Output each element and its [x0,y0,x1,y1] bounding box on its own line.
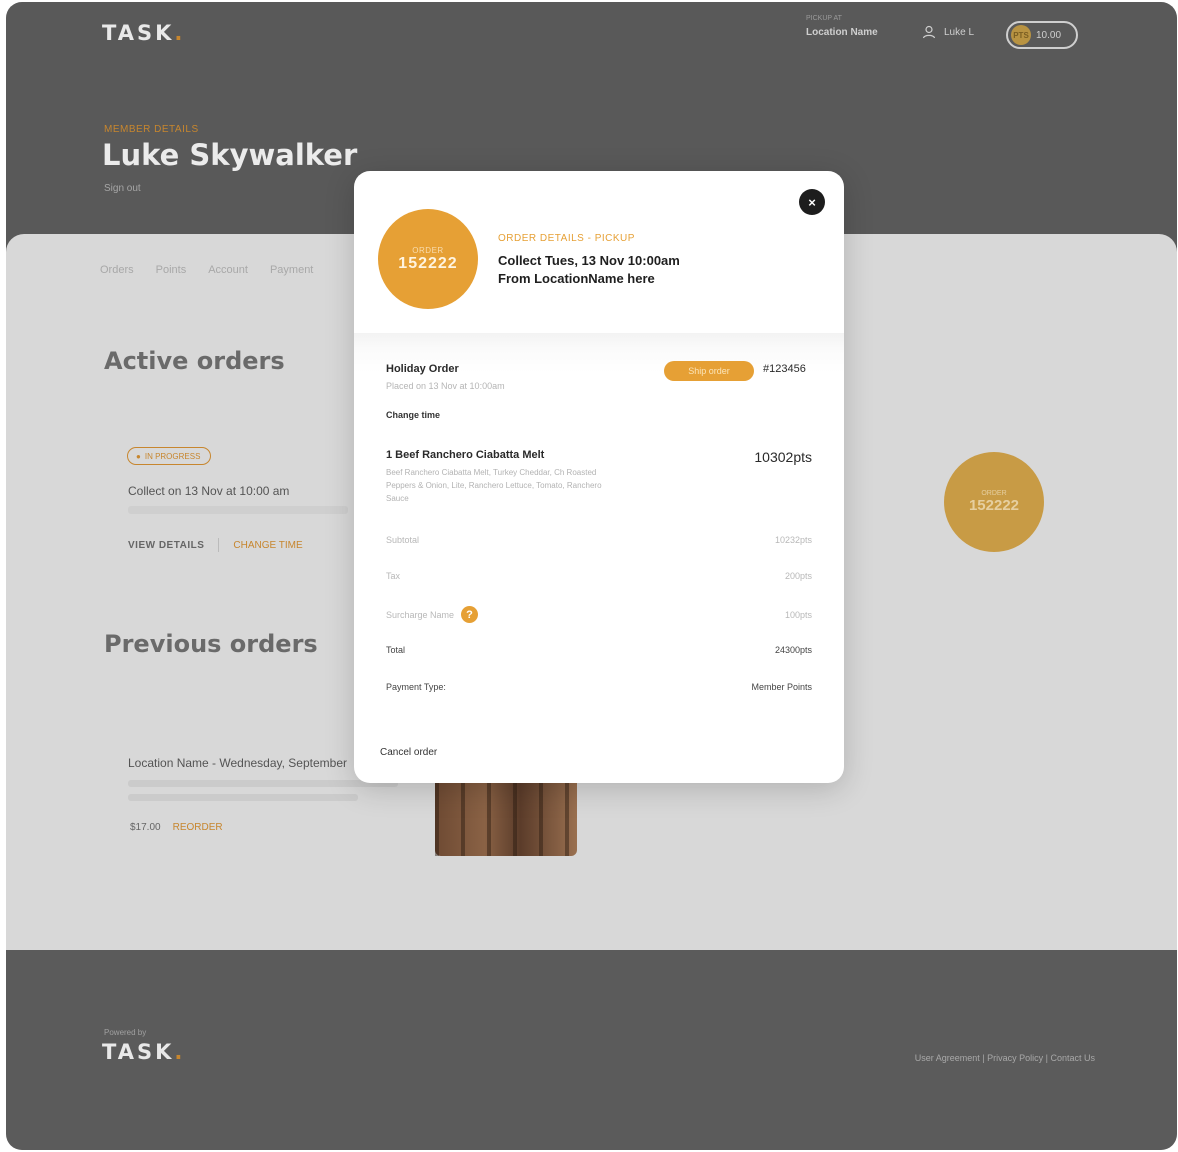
status-badge-label: IN PROGRESS [144,451,201,461]
active-order-collect: Collect on 13 Nov at 10:00 am [128,484,290,498]
user-name: Luke L [944,26,975,38]
total-label: Total [386,645,406,655]
payment-label: Payment Type: [386,682,446,692]
subtotal-value: 10232pts [774,535,812,545]
pickup-location: From LocationName here [498,271,655,286]
tab-orders[interactable]: Orders [100,264,134,276]
circle-label: ORDER [981,490,1007,497]
order-details-modal: × ORDER 152222 ORDER DETAILS - PICKUP Co… [354,171,844,783]
previous-order-location: Location Name - Wednesday, September [128,756,348,770]
close-button[interactable]: × [799,189,825,215]
account-tabs: Orders Points Account Payment [100,264,313,276]
order-number-circle: ORDER 152222 [378,209,478,309]
logo-text: TASK [102,21,175,45]
previous-order-subtext-2 [128,794,358,801]
logo-dot: . [174,21,186,45]
member-details-kicker: MEMBER DETAILS [104,124,199,135]
close-icon: × [808,194,816,210]
tax-row: Tax 200pts [386,571,812,581]
surcharge-label: Surcharge Name [386,609,455,620]
change-time-link[interactable]: Change time [386,410,440,420]
subtotal-row: Subtotal 10232pts [386,535,812,545]
previous-orders-title: Previous orders [104,630,318,658]
powered-by: Powered by [104,1028,147,1037]
order-details-body: Holiday Order Placed on 13 Nov at 10:00a… [354,333,844,743]
view-details-link[interactable]: VIEW DETAILS [128,540,204,551]
surcharge-row: Surcharge Name ? 100pts [386,606,812,623]
location-caption: PICKUP AT [806,15,842,22]
total-row: Total 24300pts [386,645,812,655]
footer-links[interactable]: User Agreement | Privacy Policy | Contac… [915,1053,1095,1063]
coin-icon: PTS [1011,25,1031,45]
tab-payment[interactable]: Payment [270,264,313,276]
ship-order-button[interactable]: Ship order [664,361,754,381]
surcharge-label-group: Surcharge Name ? [386,606,479,623]
payment-row: Payment Type: Member Points [386,682,812,692]
order-placed: Placed on 13 Nov at 10:00am [386,381,505,391]
tab-account[interactable]: Account [208,264,248,276]
sign-out-link[interactable]: Sign out [104,183,141,194]
user-icon [922,25,936,39]
active-order-subtext [128,506,348,514]
divider [218,538,220,552]
help-icon[interactable]: ? [461,606,479,623]
order-details-kicker: ORDER DETAILS - PICKUP [498,233,635,244]
order-circle-number: 152222 [398,254,458,272]
footer-logo-text: TASK [102,1040,175,1064]
active-order-actions: VIEW DETAILS CHANGE TIME [128,538,303,552]
points-balance[interactable]: PTS 10.00 [1006,21,1078,49]
task-logo[interactable]: TASK. [102,21,185,45]
tax-label: Tax [386,571,401,581]
order-circle-label: ORDER [412,245,444,255]
subtotal-label: Subtotal [386,535,420,545]
status-dot-icon: ● [136,451,141,461]
item-name: 1 Beef Ranchero Ciabatta Melt [386,449,545,461]
cancel-order-link[interactable]: Cancel order [380,747,437,758]
circle-number: 152222 [968,497,1020,514]
previous-order-subtext [128,780,398,787]
pickup-time: Collect Tues, 13 Nov 10:00am [498,253,680,268]
footer-logo[interactable]: TASK. [102,1040,185,1064]
total-value: 24300pts [774,645,812,655]
location-name: Location Name [806,27,878,38]
status-badge: ● IN PROGRESS [127,447,211,465]
item-points: 10302pts [754,449,812,465]
page-frame: TASK. PICKUP AT Location Name Luke L PTS… [6,2,1177,1150]
tax-value: 200pts [784,571,812,581]
item-description: Beef Ranchero Ciabatta Melt, Turkey Ched… [386,468,602,503]
active-order-number-circle: ORDER 152222 [944,452,1044,552]
active-orders-title: Active orders [104,347,285,375]
user-menu[interactable]: Luke L [922,25,974,39]
surcharge-value: 100pts [784,609,812,620]
previous-order-image [435,780,577,856]
order-title: Holiday Order [386,363,459,375]
location-selector[interactable]: PICKUP AT Location Name [806,15,878,40]
previous-order-price: $17.00 [130,822,161,833]
payment-value: Member Points [751,682,812,692]
change-time-link[interactable]: CHANGE TIME [233,540,302,551]
reorder-link[interactable]: REORDER [173,822,223,833]
footer: Powered by TASK. User Agreement | Privac… [6,950,1177,1150]
member-name: Luke Skywalker [102,138,358,172]
points-value: 10.00 [1036,29,1062,41]
order-number: #123456 [763,363,806,375]
tab-points[interactable]: Points [156,264,187,276]
previous-order-price-row: $17.00 REORDER [130,822,223,833]
footer-logo-dot: . [174,1040,186,1064]
